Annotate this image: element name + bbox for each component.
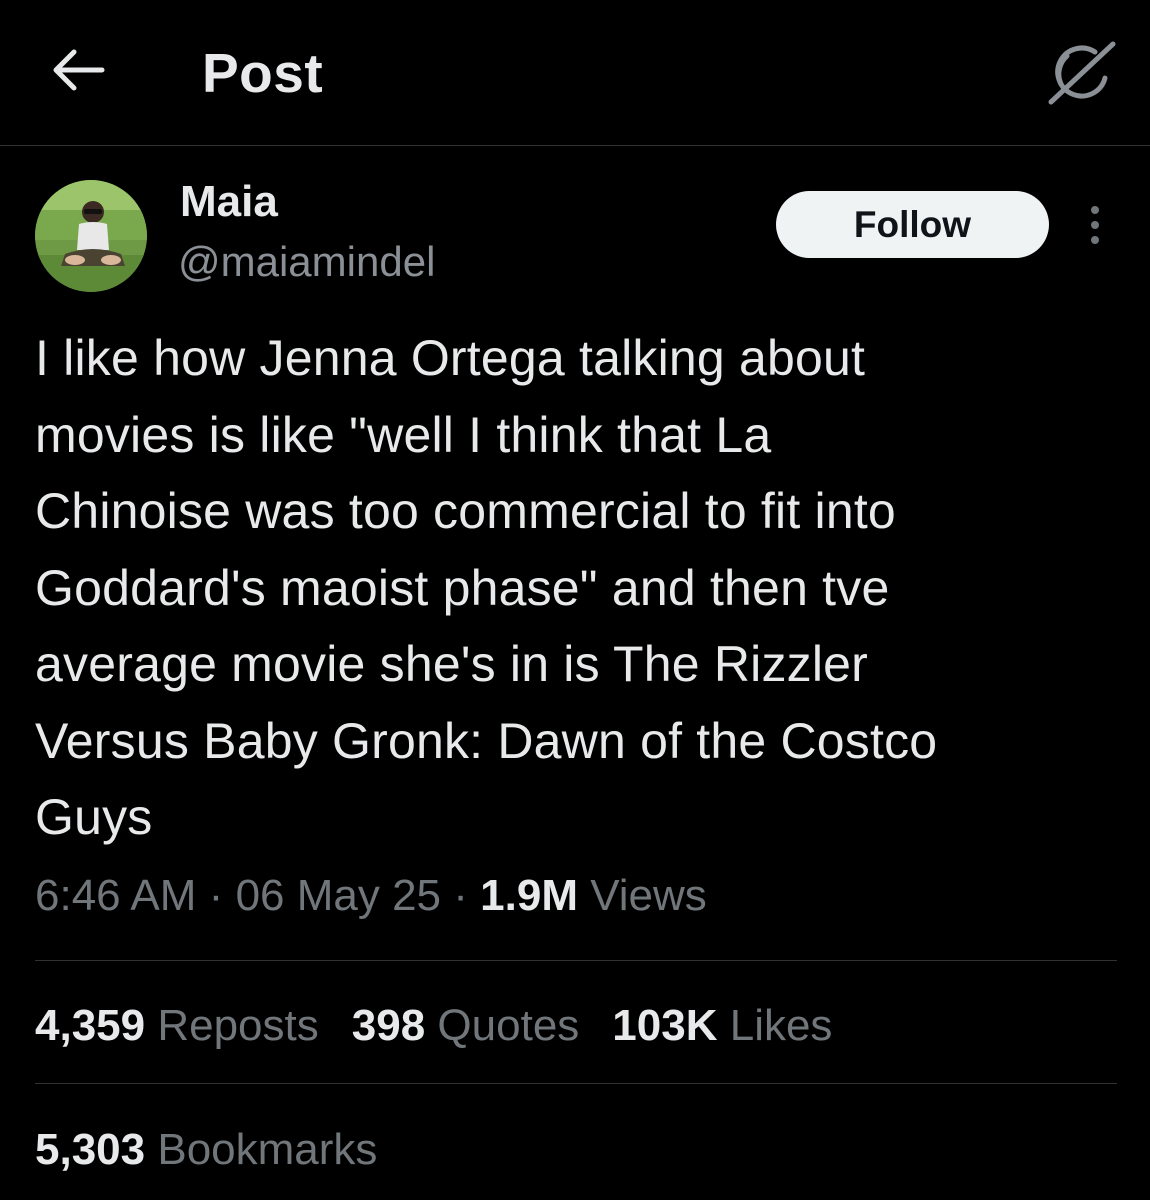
tweet-text-line: Chinoise was too commercial to fit into xyxy=(35,483,896,539)
tweet-text-line: average movie she's in is The Rizzler xyxy=(35,636,869,692)
reposts-label: Reposts xyxy=(157,1001,319,1050)
likes-count: 103K xyxy=(612,1001,718,1050)
page-title: Post xyxy=(202,42,324,104)
avatar-photo xyxy=(35,180,147,292)
quotes-count: 398 xyxy=(351,1001,426,1050)
meta-separator: · xyxy=(453,871,468,920)
tweet-meta: 6:46 AM · 06 May 25 · 1.9M Views xyxy=(35,866,707,926)
back-button[interactable] xyxy=(46,42,110,98)
bookmarks-stat[interactable]: 5,303 Bookmarks xyxy=(35,1120,377,1180)
tweet-time[interactable]: 6:46 AM xyxy=(35,871,196,920)
tweet-text-line: Goddard's maoist phase" and then tve xyxy=(35,559,890,616)
avatar[interactable] xyxy=(35,180,147,292)
tweet-text-line: Guys xyxy=(35,789,153,845)
more-vertical-icon xyxy=(1091,206,1099,244)
reposts-count: 4,359 xyxy=(35,1001,146,1050)
divider xyxy=(35,1083,1117,1084)
quotes-stat[interactable]: 398 Quotes xyxy=(352,996,580,1056)
views-label: Views xyxy=(590,871,707,920)
grok-icon xyxy=(1048,41,1116,105)
reposts-stat[interactable]: 4,359 Reposts xyxy=(35,996,319,1056)
engagement-stats: 4,359 Reposts 398 Quotes 103K Likes xyxy=(35,996,865,1056)
arrow-left-icon xyxy=(53,49,105,91)
quotes-label: Quotes xyxy=(437,1001,580,1050)
bookmarks-count: 5,303 xyxy=(35,1125,146,1174)
follow-button[interactable]: Follow xyxy=(776,191,1049,258)
views-count: 1.9M xyxy=(480,871,578,920)
grok-button[interactable] xyxy=(1043,38,1119,108)
top-bar: Post xyxy=(0,0,1150,146)
author-display-name[interactable]: Maia xyxy=(180,174,278,230)
likes-label: Likes xyxy=(729,1001,833,1050)
tweet-text-line: movies is like "well I think that La xyxy=(35,406,772,463)
bookmarks-label: Bookmarks xyxy=(157,1125,378,1174)
meta-separator: · xyxy=(208,871,224,920)
likes-stat[interactable]: 103K Likes xyxy=(612,996,832,1056)
divider xyxy=(35,960,1117,961)
tweet-text-line: I like how Jenna Ortega talking about xyxy=(35,330,866,386)
tweet-text-line: Versus Baby Gronk: Dawn of the Costco xyxy=(35,712,938,769)
more-options-button[interactable] xyxy=(1080,200,1110,250)
tweet-text: I like how Jenna Ortega talking about mo… xyxy=(35,320,1115,856)
tweet-date[interactable]: 06 May 25 xyxy=(236,871,441,920)
author-handle[interactable]: @maiamindel xyxy=(178,234,435,290)
